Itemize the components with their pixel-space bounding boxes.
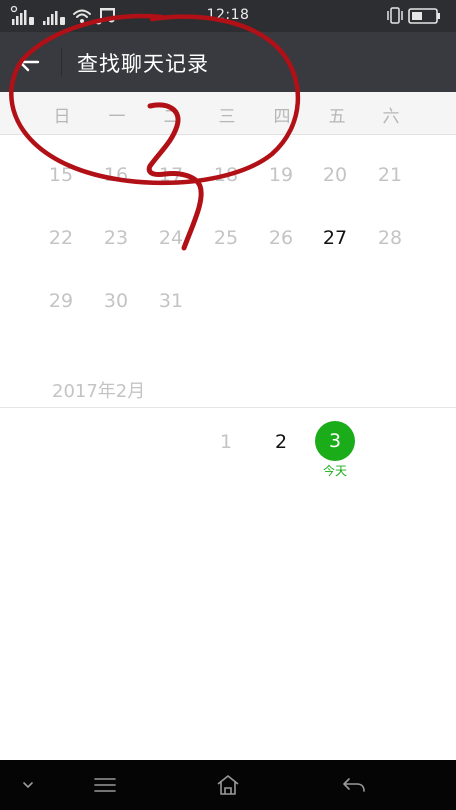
weekday-header: 日 一 二 三 四 五 六 bbox=[0, 92, 456, 135]
title-bar: 查找聊天记录 bbox=[0, 32, 456, 92]
calendar-day[interactable]: 18 bbox=[204, 164, 248, 186]
page-title: 查找聊天记录 bbox=[77, 52, 209, 76]
nav-menu-button[interactable] bbox=[85, 770, 125, 800]
weekday-sunday: 日 bbox=[53, 107, 71, 127]
screen: 12:18 查找聊天记录 日 一 二 三 四 五 六 15 16 17 18 1… bbox=[0, 0, 456, 810]
calendar-day[interactable]: 28 bbox=[368, 227, 412, 249]
calendar-day[interactable]: 1 bbox=[204, 431, 248, 453]
title-divider bbox=[61, 48, 62, 76]
calendar-day-active[interactable]: 2 bbox=[259, 431, 303, 453]
calendar-day[interactable]: 21 bbox=[368, 164, 412, 186]
calendar-day[interactable]: 19 bbox=[259, 164, 303, 186]
calendar-day[interactable]: 24 bbox=[149, 227, 193, 249]
chevron-down-icon bbox=[23, 782, 33, 789]
calendar-day[interactable]: 30 bbox=[94, 290, 138, 312]
calendar-day[interactable]: 23 bbox=[94, 227, 138, 249]
today-label: 今天 bbox=[322, 464, 347, 478]
nav-down-button[interactable] bbox=[8, 770, 48, 800]
weekday-wednesday: 三 bbox=[218, 107, 236, 127]
month-label: 2017年2月 bbox=[52, 381, 146, 402]
weekday-monday: 一 bbox=[108, 107, 126, 127]
calendar-day[interactable]: 26 bbox=[259, 227, 303, 249]
calendar-day[interactable]: 22 bbox=[39, 227, 83, 249]
battery-icons bbox=[387, 7, 440, 24]
back-button[interactable] bbox=[8, 42, 50, 82]
return-icon bbox=[343, 778, 365, 792]
arrow-left-icon bbox=[18, 52, 40, 72]
calendar-day[interactable]: 31 bbox=[149, 290, 193, 312]
navigation-bar bbox=[0, 760, 456, 810]
calendar-day-active[interactable]: 27 bbox=[313, 227, 357, 249]
nav-back-button[interactable] bbox=[334, 770, 374, 800]
home-icon bbox=[217, 775, 239, 795]
weekday-saturday: 六 bbox=[382, 107, 400, 127]
weekday-friday: 五 bbox=[328, 107, 346, 127]
calendar-day[interactable]: 17 bbox=[149, 164, 193, 186]
status-bar: 12:18 bbox=[0, 0, 456, 32]
month-divider bbox=[0, 407, 456, 408]
weekday-thursday: 四 bbox=[273, 107, 291, 127]
calendar-day[interactable]: 29 bbox=[39, 290, 83, 312]
menu-icon bbox=[94, 778, 116, 792]
weekday-tuesday: 二 bbox=[163, 107, 181, 127]
calendar-day[interactable]: 20 bbox=[313, 164, 357, 186]
nav-home-button[interactable] bbox=[208, 770, 248, 800]
today-day[interactable]: 3 bbox=[315, 421, 355, 461]
calendar-day[interactable]: 16 bbox=[94, 164, 138, 186]
calendar-day[interactable]: 25 bbox=[204, 227, 248, 249]
calendar-day[interactable]: 15 bbox=[39, 164, 83, 186]
